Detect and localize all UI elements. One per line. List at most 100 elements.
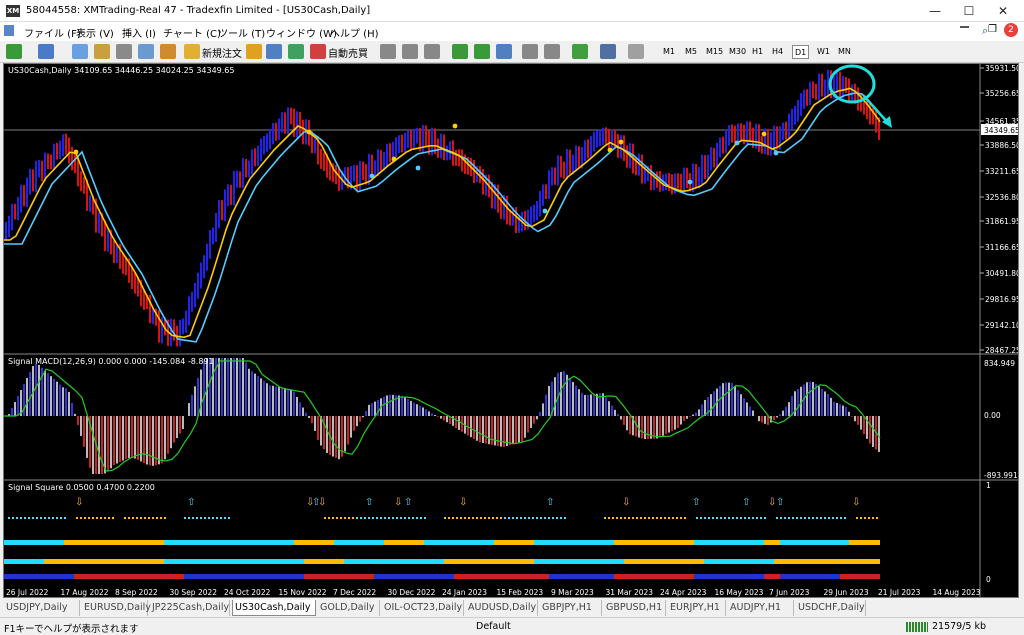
date-label: 7 Dec 2022 bbox=[333, 588, 376, 597]
price-label: 29142.10 bbox=[985, 321, 1018, 330]
trend-bar-2 bbox=[204, 559, 304, 564]
trend-bar-1 bbox=[494, 540, 534, 545]
navigator-icon[interactable] bbox=[116, 44, 132, 59]
trend-bar-1 bbox=[294, 540, 334, 545]
notification-badge[interactable]: 2 bbox=[1004, 23, 1018, 37]
tester-icon[interactable] bbox=[160, 44, 176, 59]
tab-jp225cash-daily[interactable]: JP225Cash,Daily bbox=[150, 600, 230, 616]
x-mark bbox=[664, 517, 666, 519]
candlestick-icon[interactable] bbox=[402, 44, 418, 59]
price-label: 35256.65 bbox=[985, 89, 1018, 98]
menu-view[interactable]: 表示 (V) bbox=[76, 25, 114, 40]
menu-file[interactable]: ファイル (F) bbox=[24, 25, 81, 40]
x-mark bbox=[148, 517, 150, 519]
x-mark bbox=[832, 517, 834, 519]
auto-trade-button[interactable]: 自動売買 bbox=[328, 45, 368, 60]
x-mark bbox=[856, 517, 858, 519]
new-chart-icon[interactable] bbox=[6, 44, 22, 59]
menu-chart[interactable]: チャート (C) bbox=[163, 25, 221, 40]
x-mark bbox=[108, 517, 110, 519]
x-mark bbox=[812, 517, 814, 519]
indicators-icon[interactable] bbox=[572, 44, 588, 59]
trend-bar-1 bbox=[384, 540, 424, 545]
market-icon[interactable] bbox=[288, 44, 304, 59]
new-order-button[interactable]: 新規注文 bbox=[202, 45, 242, 60]
market-watch-icon[interactable] bbox=[72, 44, 88, 59]
minimize-button[interactable]: — bbox=[918, 2, 952, 20]
close-button[interactable]: ✕ bbox=[986, 2, 1020, 20]
x-mark bbox=[752, 517, 754, 519]
profiles-icon[interactable] bbox=[38, 44, 54, 59]
menu-tools[interactable]: ツール (T) bbox=[218, 25, 265, 40]
auto-trade-icon[interactable] bbox=[310, 44, 326, 59]
macd-axis-label: 834.949 bbox=[984, 359, 1015, 368]
down-arrow-icon: ⇩ bbox=[318, 497, 326, 508]
tf-m5[interactable]: M5 bbox=[683, 45, 699, 59]
new-order-icon[interactable] bbox=[184, 44, 200, 59]
metaeditor-icon[interactable] bbox=[246, 44, 262, 59]
tab-audusd-daily[interactable]: AUDUSD,Daily bbox=[466, 600, 538, 616]
tab-us30cash-daily[interactable]: US30Cash,Daily bbox=[232, 600, 316, 616]
tf-w1[interactable]: W1 bbox=[815, 45, 832, 59]
menu-help[interactable]: ヘルプ (H) bbox=[330, 25, 379, 40]
templates-icon[interactable] bbox=[628, 44, 644, 59]
x-mark bbox=[824, 517, 826, 519]
tab-oil-oct23-daily[interactable]: OIL-OCT23,Daily bbox=[382, 600, 464, 616]
data-window-icon[interactable] bbox=[94, 44, 110, 59]
date-label: 15 Nov 2022 bbox=[279, 588, 327, 597]
tab-gold-daily[interactable]: GOLD,Daily bbox=[318, 600, 380, 616]
tf-h1[interactable]: H1 bbox=[750, 45, 765, 59]
tab-usdjpy-daily[interactable]: USDJPY,Daily bbox=[4, 600, 80, 616]
chart-shift-icon[interactable] bbox=[544, 44, 560, 59]
menu-insert[interactable]: 挿入 (I) bbox=[122, 25, 156, 40]
tf-d1[interactable]: D1 bbox=[792, 45, 810, 59]
x-mark bbox=[164, 517, 166, 519]
tf-mn[interactable]: MN bbox=[836, 45, 853, 59]
trend-bar-2 bbox=[164, 559, 204, 564]
chart-window[interactable]: 34349.65 834.949 0.00 -893.991 1 0 ⇧ ⇧ ⇧ ⇧ ⇧ ⇧ ⇧ ⇧ ⇩… bbox=[3, 63, 1019, 598]
trend-bar-1 bbox=[424, 540, 444, 545]
signals-icon[interactable] bbox=[266, 44, 282, 59]
mdi-restore-button[interactable]: ❐ bbox=[988, 24, 997, 35]
x-mark bbox=[560, 517, 562, 519]
bar-chart-icon[interactable] bbox=[380, 44, 396, 59]
x-mark bbox=[468, 517, 470, 519]
search-icon[interactable]: ⌕ bbox=[982, 24, 988, 38]
autoscroll-icon[interactable] bbox=[522, 44, 538, 59]
menu-window[interactable]: ウィンドウ (W) bbox=[266, 25, 337, 40]
x-mark bbox=[564, 517, 566, 519]
trend-bar-1 bbox=[184, 540, 294, 545]
trend-bar-3 bbox=[454, 574, 549, 579]
tf-m30[interactable]: M30 bbox=[727, 45, 748, 59]
tile-windows-icon[interactable] bbox=[496, 44, 512, 59]
tf-h4[interactable]: H4 bbox=[770, 45, 785, 59]
x-mark bbox=[640, 517, 642, 519]
tab-eurjpy-h1[interactable]: EURJPY,H1 bbox=[668, 600, 726, 616]
tab-gbpusd-h1[interactable]: GBPUSD,H1 bbox=[604, 600, 666, 616]
x-mark bbox=[740, 517, 742, 519]
signal-dot bbox=[761, 131, 767, 137]
x-mark bbox=[420, 517, 422, 519]
tab-audjpy-h1[interactable]: AUDJPY,H1 bbox=[728, 600, 794, 616]
zoom-out-icon[interactable] bbox=[474, 44, 490, 59]
date-label: 24 Apr 2023 bbox=[660, 588, 707, 597]
macd-header: Signal MACD(12,26,9) 0.000 0.000 -145.08… bbox=[8, 357, 214, 366]
zoom-in-icon[interactable] bbox=[452, 44, 468, 59]
tab-usdchf-daily[interactable]: USDCHF,Daily bbox=[796, 600, 866, 616]
x-mark bbox=[460, 517, 462, 519]
x-mark bbox=[204, 517, 206, 519]
tf-m1[interactable]: M1 bbox=[661, 45, 677, 59]
mdi-minimize-button[interactable] bbox=[960, 26, 969, 28]
x-mark bbox=[92, 517, 94, 519]
periods-icon[interactable] bbox=[600, 44, 616, 59]
chart-canvas[interactable]: 34349.65 834.9490.00-893.991 10⇧ ⇧ ⇧ ⇧ ⇧ ⇧ ⇧ ⇧⇩… bbox=[4, 64, 1018, 597]
terminal-icon[interactable] bbox=[138, 44, 154, 59]
tf-m15[interactable]: M15 bbox=[704, 45, 725, 59]
x-mark bbox=[356, 517, 358, 519]
x-mark bbox=[504, 517, 506, 519]
tab-eurusd-daily[interactable]: EURUSD,Daily bbox=[82, 600, 151, 616]
tab-gbpjpy-h1[interactable]: GBPJPY,H1 bbox=[540, 600, 602, 616]
signal-dot bbox=[542, 208, 548, 214]
maximize-button[interactable]: ☐ bbox=[952, 2, 986, 20]
line-chart-icon[interactable] bbox=[424, 44, 440, 59]
